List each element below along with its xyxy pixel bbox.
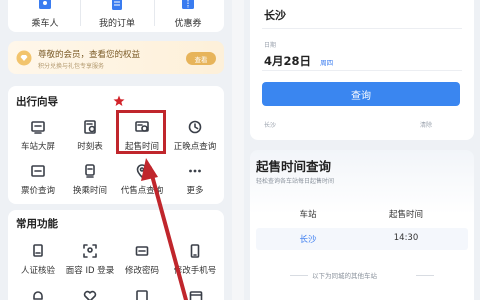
weekday-value: 周四 [320, 59, 334, 67]
sale-time-subtitle: 轻松查询各车站每日起售时间 [256, 178, 335, 185]
history-station[interactable]: 长沙 [264, 120, 276, 129]
query-button[interactable]: 查询 [262, 82, 460, 106]
right-screen: 长沙 日期 4月28日 周四 查询 长沙 清除 起售时间查询 轻松查询各车站每日… [244, 0, 480, 300]
row-station: 长沙 [299, 235, 317, 245]
annotation-arrow [141, 158, 188, 300]
other-stations-note: 以下为同城的其他车站 [312, 272, 377, 280]
field-divider [262, 28, 462, 29]
screen-gap [232, 0, 244, 300]
footer-line-left [290, 275, 308, 276]
col-header-station: 车站 [299, 210, 317, 220]
footer-line-right [416, 275, 434, 276]
date-value: 4月28日 [264, 54, 312, 68]
station-field[interactable]: 长沙 [262, 4, 462, 26]
row-time: 14:30 [393, 233, 419, 243]
station-value: 长沙 [264, 9, 286, 22]
query-card: 长沙 日期 4月28日 周四 查询 长沙 清除 [250, 0, 474, 140]
col-header-time: 起售时间 [388, 210, 423, 220]
sale-time-card: 起售时间查询 轻松查询各车站每日起售时间 车站 起售时间 长沙 14:30 以下… [250, 150, 474, 300]
left-screen: 乘车人 我的订单 优惠券 尊敬的会员，查看您的权益 积分兑换与礼包专享服务 查看… [0, 0, 232, 300]
clear-history-button[interactable]: 清除 [420, 120, 432, 129]
sale-time-title: 起售时间查询 [256, 159, 332, 174]
table-row[interactable]: 长沙 14:30 [256, 228, 468, 250]
query-button-label: 查询 [351, 91, 371, 102]
date-label: 日期 [264, 42, 277, 49]
field-divider [262, 70, 462, 71]
date-field[interactable]: 4月28日 周四 [262, 50, 462, 68]
